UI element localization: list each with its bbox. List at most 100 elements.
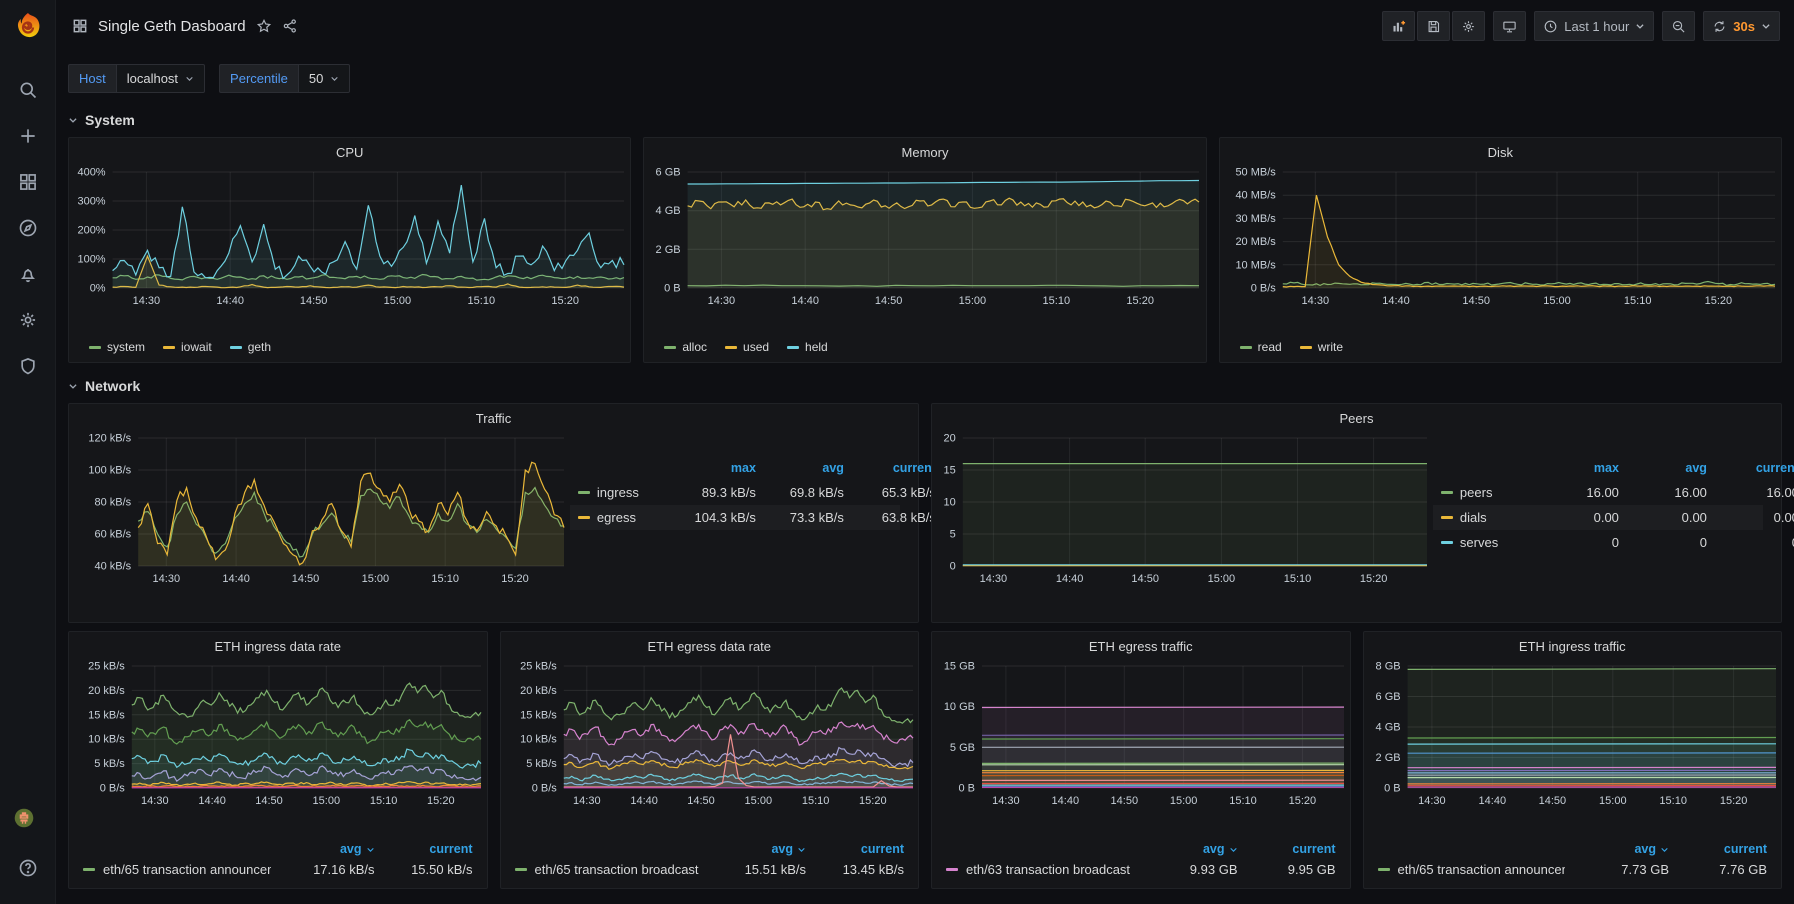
row-header-system[interactable]: System bbox=[68, 105, 135, 135]
eth-ingress-rate-plot[interactable]: 0 B/s5 kB/s10 kB/s15 kB/s20 kB/s25 kB/s1… bbox=[73, 660, 491, 812]
legend-series-serves[interactable]: serves bbox=[1441, 535, 1531, 550]
zoom-out-button[interactable] bbox=[1662, 11, 1695, 41]
legend-sort-avg[interactable]: avg bbox=[271, 842, 375, 856]
legend-series-dials[interactable]: dials bbox=[1441, 510, 1531, 525]
refresh-picker[interactable]: 30s bbox=[1703, 11, 1780, 41]
alerting-bell-icon[interactable] bbox=[18, 264, 38, 284]
dashboard-title[interactable]: Single Geth Dasboard bbox=[98, 18, 246, 35]
legend-series-system[interactable]: system bbox=[89, 340, 145, 354]
search-icon[interactable] bbox=[18, 80, 38, 100]
panel-title-eth-egress-rate[interactable]: ETH egress data rate bbox=[501, 632, 919, 658]
legend-series-ingress[interactable]: ingress bbox=[578, 485, 668, 500]
legend-row-peers: peers16.0016.0016.00 bbox=[1433, 480, 1763, 505]
create-plus-icon[interactable] bbox=[18, 126, 38, 146]
svg-text:15:10: 15:10 bbox=[1284, 573, 1312, 585]
legend-series-iowait[interactable]: iowait bbox=[163, 340, 212, 354]
user-avatar[interactable] bbox=[14, 808, 42, 836]
eth-egress-rate-chart[interactable]: 0 B/s5 kB/s10 kB/s15 kB/s20 kB/s25 kB/s1… bbox=[501, 658, 919, 835]
legend-header: avg current bbox=[513, 839, 907, 859]
legend-series[interactable]: eth/65 transaction announcement bbox=[83, 862, 271, 877]
traffic-plot[interactable]: 40 kB/s60 kB/s80 kB/s100 kB/s120 kB/s14:… bbox=[73, 432, 574, 590]
panel-title-disk[interactable]: Disk bbox=[1220, 138, 1781, 164]
svg-text:15:10: 15:10 bbox=[1043, 295, 1071, 307]
legend-sort-current[interactable]: current bbox=[844, 461, 936, 475]
peers-chart[interactable]: 0510152014:3014:4014:5015:0015:1015:20 bbox=[932, 430, 1433, 622]
help-icon[interactable] bbox=[18, 858, 38, 878]
legend-sort-current[interactable]: current bbox=[1669, 842, 1767, 856]
server-admin-shield-icon[interactable] bbox=[18, 356, 38, 376]
dashboards-grid-icon[interactable] bbox=[18, 172, 38, 192]
legend-sort-current[interactable]: current bbox=[375, 842, 473, 856]
legend-sort-current[interactable]: current bbox=[806, 842, 904, 856]
legend-sort-avg[interactable]: avg bbox=[702, 842, 806, 856]
eth-ingress-traffic-chart[interactable]: 0 B2 GB4 GB6 GB8 GB14:3014:4014:5015:001… bbox=[1364, 658, 1782, 835]
cpu-chart[interactable]: 0%100%200%300%400%14:3014:4014:5015:0015… bbox=[69, 164, 630, 337]
legend-series-peers[interactable]: peers bbox=[1441, 485, 1531, 500]
eth-egress-rate-plot[interactable]: 0 B/s5 kB/s10 kB/s15 kB/s20 kB/s25 kB/s1… bbox=[505, 660, 923, 812]
svg-text:0: 0 bbox=[950, 561, 956, 573]
panel-title-traffic[interactable]: Traffic bbox=[69, 404, 918, 430]
svg-text:10 MB/s: 10 MB/s bbox=[1235, 259, 1276, 271]
legend-series-used[interactable]: used bbox=[725, 340, 769, 354]
share-icon[interactable] bbox=[282, 18, 298, 34]
legend-series-alloc[interactable]: alloc bbox=[664, 340, 707, 354]
panel-title-eth-ingress-rate[interactable]: ETH ingress data rate bbox=[69, 632, 487, 658]
dashboard-settings-button[interactable] bbox=[1452, 11, 1485, 41]
explore-compass-icon[interactable] bbox=[18, 218, 38, 238]
eth-ingress-rate-chart[interactable]: 0 B/s5 kB/s10 kB/s15 kB/s20 kB/s25 kB/s1… bbox=[69, 658, 487, 835]
legend-series[interactable]: eth/65 transaction announcement bbox=[1378, 862, 1566, 877]
panel-eth-egress-traffic: ETH egress traffic0 B5 GB10 GB15 GB14:30… bbox=[931, 631, 1351, 889]
series-swatch bbox=[725, 346, 737, 349]
eth-ingress-traffic-plot[interactable]: 0 B2 GB4 GB6 GB8 GB14:3014:4014:5015:001… bbox=[1368, 660, 1786, 812]
legend-series-geth[interactable]: geth bbox=[230, 340, 271, 354]
grafana-logo[interactable] bbox=[0, 0, 56, 52]
panel-title-eth-ingress-traffic[interactable]: ETH ingress traffic bbox=[1364, 632, 1782, 658]
legend-series-egress[interactable]: egress bbox=[578, 510, 668, 525]
configuration-gear-icon[interactable] bbox=[18, 310, 38, 330]
save-dashboard-button[interactable] bbox=[1417, 11, 1450, 41]
svg-text:15:10: 15:10 bbox=[370, 795, 398, 807]
panel-title-peers[interactable]: Peers bbox=[932, 404, 1781, 430]
legend-series-held[interactable]: held bbox=[787, 340, 828, 354]
row-header-network[interactable]: Network bbox=[68, 371, 140, 401]
cpu-plot[interactable]: 0%100%200%300%400%14:3014:4014:5015:0015… bbox=[73, 166, 634, 312]
legend-series[interactable]: eth/65 transaction broadcast bbox=[515, 862, 703, 877]
panel-title-cpu[interactable]: CPU bbox=[69, 138, 630, 164]
legend-series-read[interactable]: read bbox=[1240, 340, 1282, 354]
legend-sort-max[interactable]: max bbox=[668, 461, 756, 475]
eth-egress-traffic-plot[interactable]: 0 B5 GB10 GB15 GB14:3014:4014:5015:0015:… bbox=[936, 660, 1354, 812]
legend-label: used bbox=[743, 340, 769, 354]
memory-plot[interactable]: 0 B2 GB4 GB6 GB14:3014:4014:5015:0015:10… bbox=[648, 166, 1209, 312]
legend-sort-max[interactable]: max bbox=[1531, 461, 1619, 475]
star-icon[interactable] bbox=[256, 18, 272, 34]
panel-title-memory[interactable]: Memory bbox=[644, 138, 1205, 164]
legend-sort-current[interactable]: current bbox=[1707, 461, 1794, 475]
legend-series-write[interactable]: write bbox=[1300, 340, 1343, 354]
panel-title-eth-egress-traffic[interactable]: ETH egress traffic bbox=[932, 632, 1350, 658]
add-panel-button[interactable] bbox=[1382, 11, 1415, 41]
svg-text:15:00: 15:00 bbox=[744, 795, 772, 807]
svg-text:14:30: 14:30 bbox=[153, 573, 181, 585]
legend-sort-avg[interactable]: avg bbox=[1619, 461, 1707, 475]
legend-table: maxavgcurrentingress89.3 kB/s69.8 kB/s65… bbox=[570, 430, 918, 622]
disk-chart[interactable]: 0 B/s10 MB/s20 MB/s30 MB/s40 MB/s50 MB/s… bbox=[1220, 164, 1781, 337]
legend-series[interactable]: eth/63 transaction broadcast bbox=[946, 862, 1134, 877]
variable-percentile-value[interactable]: 50 bbox=[298, 64, 350, 93]
svg-text:15:20: 15:20 bbox=[1719, 795, 1747, 807]
svg-text:25 kB/s: 25 kB/s bbox=[520, 661, 557, 673]
variable-host-value[interactable]: localhost bbox=[116, 64, 205, 93]
svg-text:120 kB/s: 120 kB/s bbox=[88, 433, 131, 445]
disk-plot[interactable]: 0 B/s10 MB/s20 MB/s30 MB/s40 MB/s50 MB/s… bbox=[1224, 166, 1785, 312]
memory-chart[interactable]: 0 B2 GB4 GB6 GB14:3014:4014:5015:0015:10… bbox=[644, 164, 1205, 337]
time-range-picker[interactable]: Last 1 hour bbox=[1534, 11, 1654, 41]
legend-sort-avg[interactable]: avg bbox=[1134, 842, 1238, 856]
eth-egress-traffic-chart[interactable]: 0 B5 GB10 GB15 GB14:3014:4014:5015:0015:… bbox=[932, 658, 1350, 835]
sidebar-menu bbox=[18, 80, 38, 376]
legend-sort-avg[interactable]: avg bbox=[1565, 842, 1669, 856]
traffic-chart[interactable]: 40 kB/s60 kB/s80 kB/s100 kB/s120 kB/s14:… bbox=[69, 430, 570, 622]
cycle-view-mode-button[interactable] bbox=[1493, 11, 1526, 41]
legend-sort-current[interactable]: current bbox=[1238, 842, 1336, 856]
peers-plot[interactable]: 0510152014:3014:4014:5015:0015:1015:20 bbox=[936, 432, 1437, 590]
legend-sort-avg[interactable]: avg bbox=[756, 461, 844, 475]
legend-row: eth/65 transaction announcement7.73 GB7.… bbox=[1376, 859, 1770, 880]
